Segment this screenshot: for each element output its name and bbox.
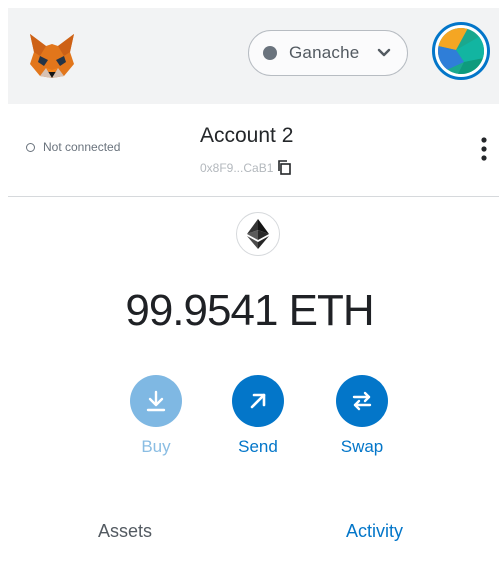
swap-button[interactable]: Swap (322, 375, 402, 457)
top-bar: Ganache (8, 8, 499, 104)
network-label: Ganache (289, 43, 360, 62)
tab-activity[interactable]: Activity (346, 521, 403, 542)
copy-icon (278, 160, 292, 175)
swap-label: Swap (340, 437, 384, 456)
wallet-actions: Buy Send Swap (0, 375, 499, 465)
ethereum-icon (236, 212, 280, 256)
chevron-down-icon (377, 48, 391, 57)
account-address-copy[interactable]: 0x8F9...CaB1 (200, 160, 292, 175)
account-bar: Not connected Account 2 0x8F9...CaB1 (8, 104, 499, 197)
identicon-avatar (438, 28, 484, 74)
account-menu-button[interactable] (432, 22, 490, 80)
connection-status-label: Not connected (43, 140, 121, 154)
send-button[interactable]: Send (218, 375, 298, 457)
tab-assets[interactable]: Assets (98, 521, 152, 542)
connection-status[interactable]: Not connected (26, 140, 120, 154)
send-label: Send (238, 437, 278, 456)
network-status-dot (263, 46, 277, 60)
account-name: Account 2 (200, 124, 294, 147)
arrow-up-right-icon (232, 375, 284, 427)
kebab-menu-icon[interactable] (480, 136, 488, 162)
download-icon (130, 375, 182, 427)
swap-arrows-icon (336, 375, 388, 427)
eth-balance: 99.9541 ETH (125, 286, 374, 335)
account-address: 0x8F9...CaB1 (200, 160, 274, 175)
network-selector[interactable]: Ganache (248, 30, 408, 76)
metamask-fox-icon[interactable] (26, 30, 78, 82)
tab-bar: Assets Activity (8, 505, 499, 565)
connection-status-dot (26, 142, 35, 152)
buy-button[interactable]: Buy (116, 375, 196, 457)
buy-label: Buy (141, 437, 171, 456)
